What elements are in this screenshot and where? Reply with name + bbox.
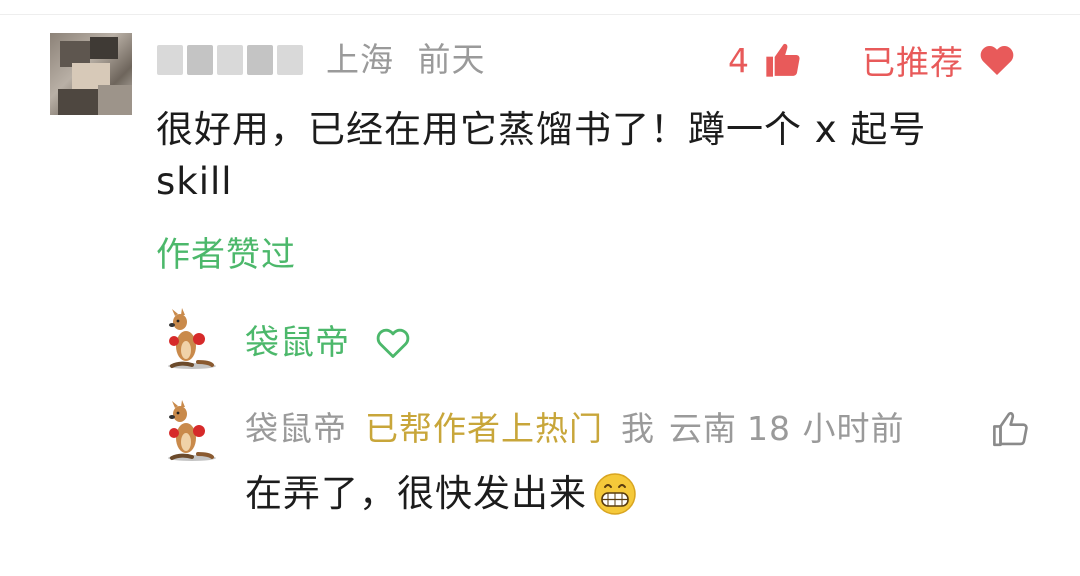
reply-text: 在弄了，很快发出来	[245, 472, 587, 515]
heart-outline-icon[interactable]	[374, 324, 412, 362]
top-divider	[0, 14, 1080, 15]
reply-avatar[interactable]	[158, 400, 220, 462]
mosaic-block	[217, 45, 243, 75]
kangaroo-avatar-image	[168, 308, 216, 369]
reply-time: 18 小时前	[747, 409, 905, 448]
thumbs-up-icon	[766, 43, 800, 77]
like-count: 4	[728, 40, 749, 80]
reply-meta: 袋鼠帝 已帮作者上热门我云南 18 小时前	[245, 406, 904, 452]
recommend-label: 已推荐	[862, 43, 964, 82]
comment-location: 上海	[326, 40, 394, 79]
mosaic-block	[247, 45, 273, 75]
avatar-pixel	[90, 37, 118, 59]
reply-author-name[interactable]: 袋鼠帝	[245, 409, 347, 448]
comment-meta: 上海 前天	[326, 38, 486, 82]
commenter-name-blurred[interactable]	[157, 40, 307, 80]
comment-like-button[interactable]: 4	[728, 36, 803, 84]
commenter-avatar[interactable]	[50, 33, 132, 115]
author-name[interactable]: 袋鼠帝	[245, 320, 350, 366]
hot-badge: 已帮作者上热门	[365, 409, 603, 448]
heart-filled-icon	[980, 45, 1014, 76]
comment-time: 前天	[417, 40, 486, 79]
grinning-face-icon	[594, 473, 636, 515]
comment-text: 很好用，已经在用它蒸馏书了！蹲一个 x 起号 skill	[156, 108, 927, 203]
avatar-pixel	[58, 89, 98, 115]
reply-text-row: 在弄了，很快发出来	[245, 468, 637, 520]
avatar-pixel	[98, 85, 132, 115]
author-avatar[interactable]	[158, 308, 220, 370]
mosaic-block	[157, 45, 183, 75]
mosaic-block	[277, 45, 303, 75]
recommend-button[interactable]: 已推荐	[862, 36, 1016, 84]
reply-location: 云南	[669, 409, 737, 448]
thumbs-up-outline-icon[interactable]	[990, 408, 1032, 450]
mosaic-block	[187, 45, 213, 75]
author-liked-label: 作者赞过	[156, 235, 296, 275]
me-label: 我	[621, 409, 655, 448]
kangaroo-avatar-image	[168, 400, 216, 461]
